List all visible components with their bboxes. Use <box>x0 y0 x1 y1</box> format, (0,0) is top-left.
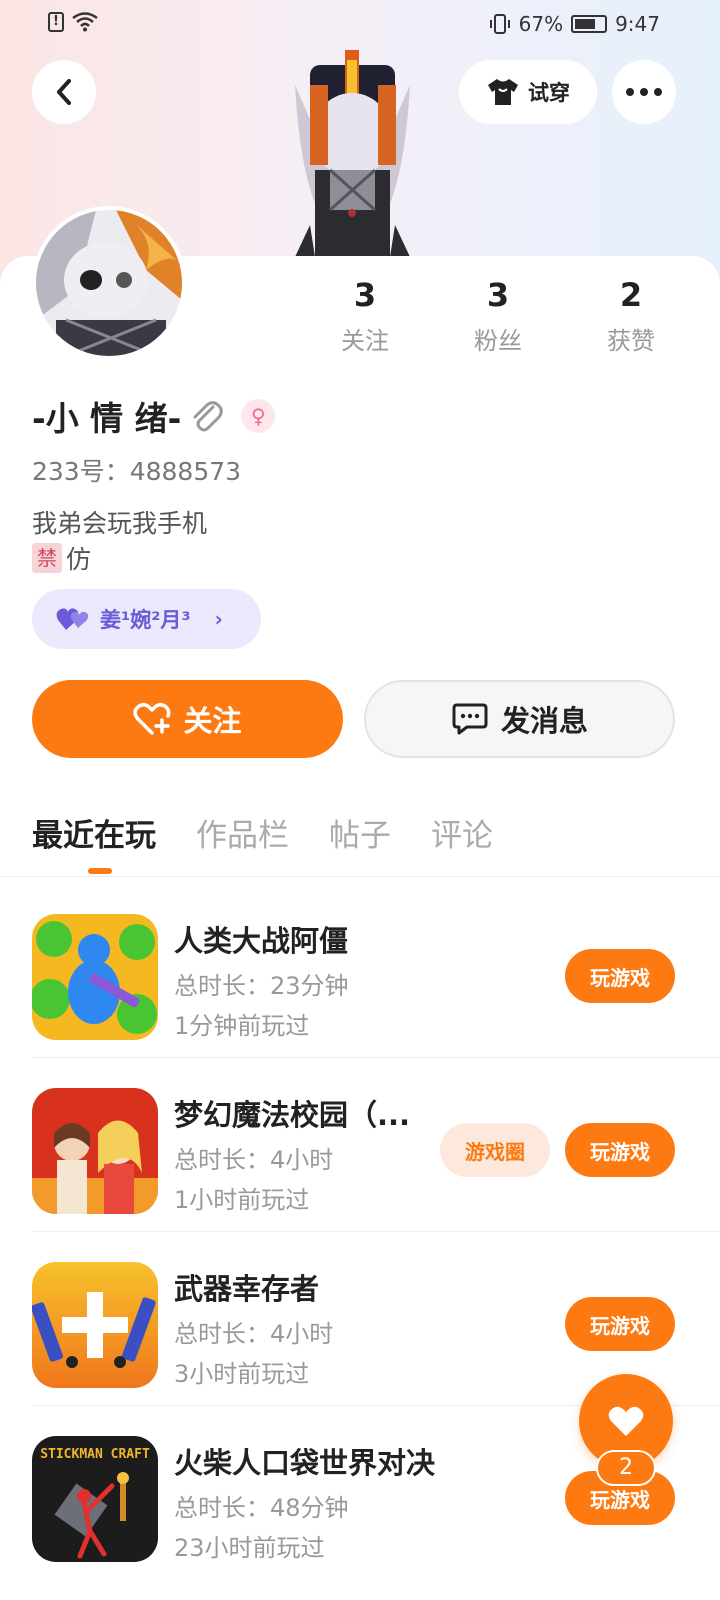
battery-percent: 67% <box>518 12 564 36</box>
send-message-button[interactable]: 发消息 <box>364 680 675 758</box>
heart-icon <box>608 1406 644 1436</box>
play-game-button[interactable]: 玩游戏 <box>565 1123 675 1177</box>
tab-works[interactable]: 作品栏 <box>196 810 289 870</box>
game-title: 人类大战阿僵 <box>174 924 349 958</box>
stat-following-label: 关注 <box>341 327 389 355</box>
bio-line-1: 我弟会玩我手机 <box>32 509 208 538</box>
game-last-played: 3小时前玩过 <box>174 1360 310 1388</box>
avatar[interactable] <box>32 206 186 360</box>
list-item[interactable]: 梦幻魔法校园（... 总时长：4小时 1小时前玩过 游戏圈 玩游戏 <box>32 1058 720 1232</box>
tab-comments[interactable]: 评论 <box>431 810 493 870</box>
game-duration: 总时长：4小时 <box>174 1320 334 1348</box>
game-title: 火柴人口袋世界对决 <box>174 1446 436 1480</box>
more-dots-icon <box>626 88 662 96</box>
active-tab-indicator <box>88 868 112 874</box>
game-icon-image: STICKMAN CRAFT <box>32 1436 158 1562</box>
play-game-button[interactable]: 玩游戏 <box>565 1297 675 1351</box>
chevron-right-icon: › <box>214 607 223 631</box>
follow-button[interactable]: 关注 <box>32 680 343 758</box>
heart-plus-icon <box>133 703 171 735</box>
game-circle-button[interactable]: 游戏圈 <box>440 1123 550 1177</box>
battery-icon <box>571 15 608 33</box>
clock: 9:47 <box>615 12 660 36</box>
cp-relationship-pill[interactable]: 姜¹婉²月³ › <box>32 589 261 649</box>
game-duration: 总时长：23分钟 <box>174 972 349 1000</box>
tabs-divider <box>0 876 720 877</box>
profile-tabs: 最近在玩 作品栏 帖子 评论 <box>32 810 533 870</box>
wifi-icon <box>72 12 98 32</box>
stat-followers-label: 粉丝 <box>474 327 522 355</box>
female-gender-icon: ♀ <box>241 399 276 433</box>
game-icon <box>32 1088 158 1214</box>
sim-alert-icon: ! <box>48 12 64 32</box>
stat-followers[interactable]: 3 粉丝 <box>433 275 563 356</box>
play-game-button[interactable]: 玩游戏 <box>565 949 675 1003</box>
tab-recently-played[interactable]: 最近在玩 <box>32 810 156 870</box>
double-heart-icon <box>56 608 89 630</box>
game-icon <box>32 1262 158 1388</box>
like-count-badge: 2 <box>596 1450 656 1486</box>
username: -小 情 绪- <box>32 399 182 438</box>
stat-following[interactable]: 3 关注 <box>300 275 430 356</box>
stat-likes-count: 2 <box>619 276 643 314</box>
game-title: 武器幸存者 <box>174 1272 320 1306</box>
paperclip-icon <box>193 401 224 432</box>
tab-posts[interactable]: 帖子 <box>329 810 391 870</box>
more-button[interactable] <box>612 60 676 124</box>
avatar-full-body-figure <box>295 50 410 257</box>
game-icon-text: STICKMAN CRAFT <box>40 1447 150 1462</box>
username-row: -小 情 绪- ♀ <box>32 392 276 440</box>
game-icon-image <box>32 1262 158 1388</box>
try-on-button[interactable]: 试穿 <box>459 60 597 124</box>
status-bar: ! 67% 9:47 <box>0 0 720 50</box>
game-last-played: 1分钟前玩过 <box>174 1012 310 1040</box>
stat-followers-count: 3 <box>486 276 510 314</box>
cp-name: 姜¹婉²月³ <box>100 608 191 632</box>
chat-bubble-icon <box>452 703 488 735</box>
stat-likes-label: 获赞 <box>607 327 655 355</box>
vibrate-icon <box>489 14 510 34</box>
follow-label: 关注 <box>183 704 242 738</box>
game-icon: STICKMAN CRAFT <box>32 1436 158 1562</box>
game-icon <box>32 914 158 1040</box>
game-duration: 总时长：4小时 <box>174 1146 334 1174</box>
stat-likes[interactable]: 2 获赞 <box>566 275 696 356</box>
bio-line-2-text: 仿 <box>66 545 92 574</box>
avatar-image <box>36 210 182 356</box>
chevron-left-icon <box>57 79 71 105</box>
tshirt-icon <box>488 79 518 105</box>
game-icon-image <box>32 914 158 1040</box>
game-icon-image <box>32 1088 158 1214</box>
user-id[interactable]: 233号：4888573 <box>32 452 241 488</box>
list-item[interactable]: 人类大战阿僵 总时长：23分钟 1分钟前玩过 玩游戏 <box>32 884 720 1058</box>
game-duration: 总时长：48分钟 <box>174 1494 349 1522</box>
ban-emoji-tag: 禁 <box>32 543 62 573</box>
send-message-label: 发消息 <box>500 704 588 738</box>
stat-following-count: 3 <box>353 276 377 314</box>
game-title: 梦幻魔法校园（... <box>174 1098 411 1132</box>
try-on-label: 试穿 <box>528 81 570 105</box>
back-button[interactable] <box>32 60 96 124</box>
game-last-played: 1小时前玩过 <box>174 1186 310 1214</box>
game-last-played: 23小时前玩过 <box>174 1534 325 1562</box>
bio-line-2: 禁 仿 <box>32 540 91 576</box>
